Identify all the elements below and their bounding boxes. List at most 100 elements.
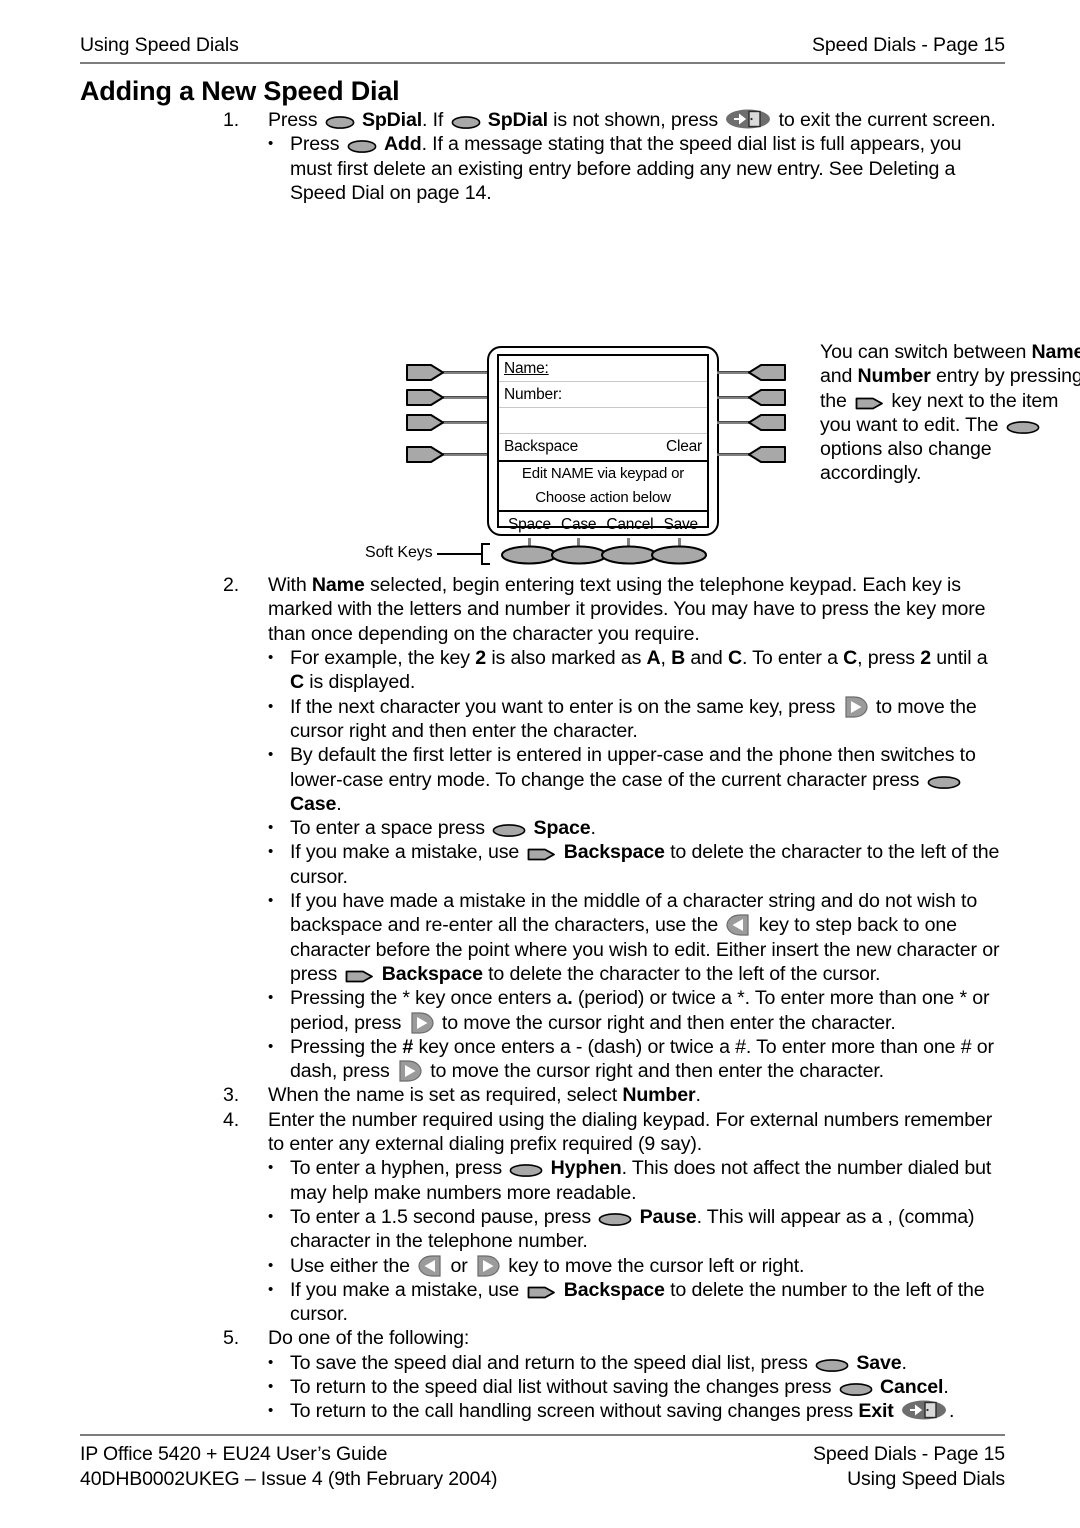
part-c: key to move the cursor left or right. xyxy=(508,1254,805,1277)
footer-divider xyxy=(80,1434,1005,1436)
header-right-text: Speed Dials - Page 15 xyxy=(811,34,1005,56)
step-4-number: 4. xyxy=(223,1108,240,1131)
step-2-number: 2. xyxy=(223,574,240,597)
part-k: , press xyxy=(857,647,915,670)
letter-c-2: C xyxy=(843,647,858,670)
page-header: Using Speed Dials Speed Dials - Page 15 xyxy=(80,34,1005,57)
line-key-right-2 xyxy=(747,388,786,406)
bullet-marker: • xyxy=(268,892,274,910)
softkey-icon xyxy=(839,1382,873,1397)
phone-lcd-screen: Name: Number: Backspace Clear Edit NAME … xyxy=(497,354,709,533)
bullet-marker: • xyxy=(268,1402,274,1420)
document-body: 1. Press SpDial. If SpDial is not shown,… xyxy=(80,108,1080,1424)
lcd-softkey-label-space: Space xyxy=(508,516,551,533)
part-a: To enter a space press xyxy=(290,817,485,840)
part-a: To enter a hyphen, press xyxy=(290,1157,503,1180)
step-2: 2. With Name selected, begin entering te… xyxy=(80,573,1005,646)
step-1-spdial-1: SpDial xyxy=(361,109,423,131)
bullet-marker: • xyxy=(268,1256,274,1274)
step-5-bullet-2: • To return to the speed dial list witho… xyxy=(80,1375,1005,1399)
part-a: Use either the xyxy=(290,1254,410,1277)
line-key-icon xyxy=(854,396,884,411)
step-5-bullet-3: • To return to the call handling screen … xyxy=(80,1399,1005,1423)
document-page: Using Speed Dials Speed Dials - Page 15 … xyxy=(0,0,1080,1528)
step-2-bullet-3: • By default the first letter is entered… xyxy=(80,743,1005,816)
letter-a: A xyxy=(646,647,661,670)
comma: , xyxy=(660,647,666,670)
bullet-marker: • xyxy=(268,1159,274,1177)
footer-right-line-1: Speed Dials - Page 15 xyxy=(813,1443,1005,1465)
lcd-prompt: Edit NAME via keypad or Choose action be… xyxy=(499,460,707,512)
letter-c: C xyxy=(727,647,742,670)
line-key-left-1 xyxy=(405,363,444,381)
part-a: When the name is set as required, select xyxy=(268,1084,618,1107)
step-1-part-a: Press xyxy=(268,109,318,131)
softkey-icon xyxy=(492,823,526,838)
part-a: By default the first letter is entered i… xyxy=(290,744,976,791)
step-1-text: Press SpDial. If SpDial is not shown, pr… xyxy=(268,108,1005,132)
step-1-part-f: to exit the current screen. xyxy=(778,109,996,131)
bullet-marker: • xyxy=(268,746,274,764)
step-3-text: When the name is set as required, select… xyxy=(268,1083,1005,1107)
lcd-softkey-labels: Space Case Cancel Save xyxy=(499,512,707,538)
soft-keys-bracket xyxy=(481,543,490,565)
step-2-bullet-2: • If the next character you want to ente… xyxy=(80,695,1005,744)
step-2-bullet-7-text: Pressing the * key once enters a. (perio… xyxy=(290,986,1005,1035)
lcd-row-blank xyxy=(499,408,707,434)
part-a: If the next character you want to enter … xyxy=(290,695,836,718)
period: . xyxy=(901,1351,907,1374)
case-label: Case xyxy=(290,792,337,815)
right-arrow-key-icon xyxy=(475,1254,501,1278)
exit-icon xyxy=(901,1399,947,1421)
lcd-clear-label: Clear xyxy=(665,438,702,455)
line-key-left-3 xyxy=(405,413,444,431)
bullet-marker: • xyxy=(268,843,274,861)
bullet-marker: • xyxy=(268,697,274,715)
step-2-bullet-4: • To enter a space press Space. xyxy=(80,816,1005,840)
lcd-prompt-line-1: Edit NAME via keypad or xyxy=(521,465,685,482)
part-a: Pressing the * key once enters a xyxy=(290,987,568,1010)
part-a: To return to the speed dial list without… xyxy=(290,1375,832,1398)
softkey-icon xyxy=(325,115,355,130)
step-2-text: With Name selected, begin entering text … xyxy=(268,573,1005,646)
footer-row-2: 40DHB0002UKEG – Issue 4 (9th February 20… xyxy=(80,1467,1005,1492)
bullet-marker: • xyxy=(268,1377,274,1395)
step-2-bullet-5: • If you make a mistake, use Backspace t… xyxy=(80,840,1005,889)
soft-keys-leader-line xyxy=(437,553,481,555)
lead-line xyxy=(443,396,491,399)
part-a: If you make a mistake, use xyxy=(290,841,520,864)
line-key-right-4 xyxy=(747,445,786,463)
softkey-icon xyxy=(598,1212,632,1227)
soft-key-4 xyxy=(650,544,708,571)
or: or xyxy=(450,1254,468,1277)
backspace-label: Backspace xyxy=(563,841,665,864)
step-2-bullet-8: • Pressing the # key once enters a - (da… xyxy=(80,1035,1005,1084)
right-arrow-key-icon xyxy=(409,1011,435,1035)
pause-label: Pause xyxy=(639,1205,697,1228)
lcd-softkey-label-cancel: Cancel xyxy=(606,516,654,533)
bullet-marker: • xyxy=(268,1280,274,1298)
part-m: until a xyxy=(936,647,988,670)
step-2-bullet-5-text: If you make a mistake, use Backspace to … xyxy=(290,840,1005,889)
step-5-bullet-3-text: To return to the call handling screen wi… xyxy=(290,1399,1005,1423)
bullet-marker: • xyxy=(268,989,274,1007)
step-4-bullet-4: • If you make a mistake, use Backspace t… xyxy=(80,1278,1005,1327)
step-4-bullet-3: • Use either the or key to move the curs… xyxy=(80,1254,1005,1278)
softkey-icon xyxy=(927,775,961,790)
lcd-softkey-label-case: Case xyxy=(560,516,597,533)
step-1-part-c: . If xyxy=(422,109,444,131)
left-arrow-key-icon xyxy=(417,1254,443,1278)
part-d: to move the cursor right and then enter … xyxy=(441,1011,896,1034)
lcd-number-label: Number: xyxy=(504,385,563,403)
bullet-marker: • xyxy=(268,135,274,153)
softkey-icon xyxy=(347,139,377,154)
step-5-text: Do one of the following: xyxy=(268,1327,470,1350)
part-a: To save the speed dial and return to the… xyxy=(290,1351,808,1374)
step-2-bullet-6: • If you have made a mistake in the midd… xyxy=(80,889,1005,986)
step-5-bullet-2-text: To return to the speed dial list without… xyxy=(290,1375,1005,1399)
step-2-bullet-7: • Pressing the * key once enters a. (per… xyxy=(80,986,1005,1035)
save-label: Save xyxy=(856,1351,902,1374)
backspace-label: Backspace xyxy=(563,1278,665,1301)
soft-keys-caption: Soft Keys xyxy=(365,544,433,561)
footer-left-line-1: IP Office 5420 + EU24 User’s Guide xyxy=(80,1443,388,1465)
